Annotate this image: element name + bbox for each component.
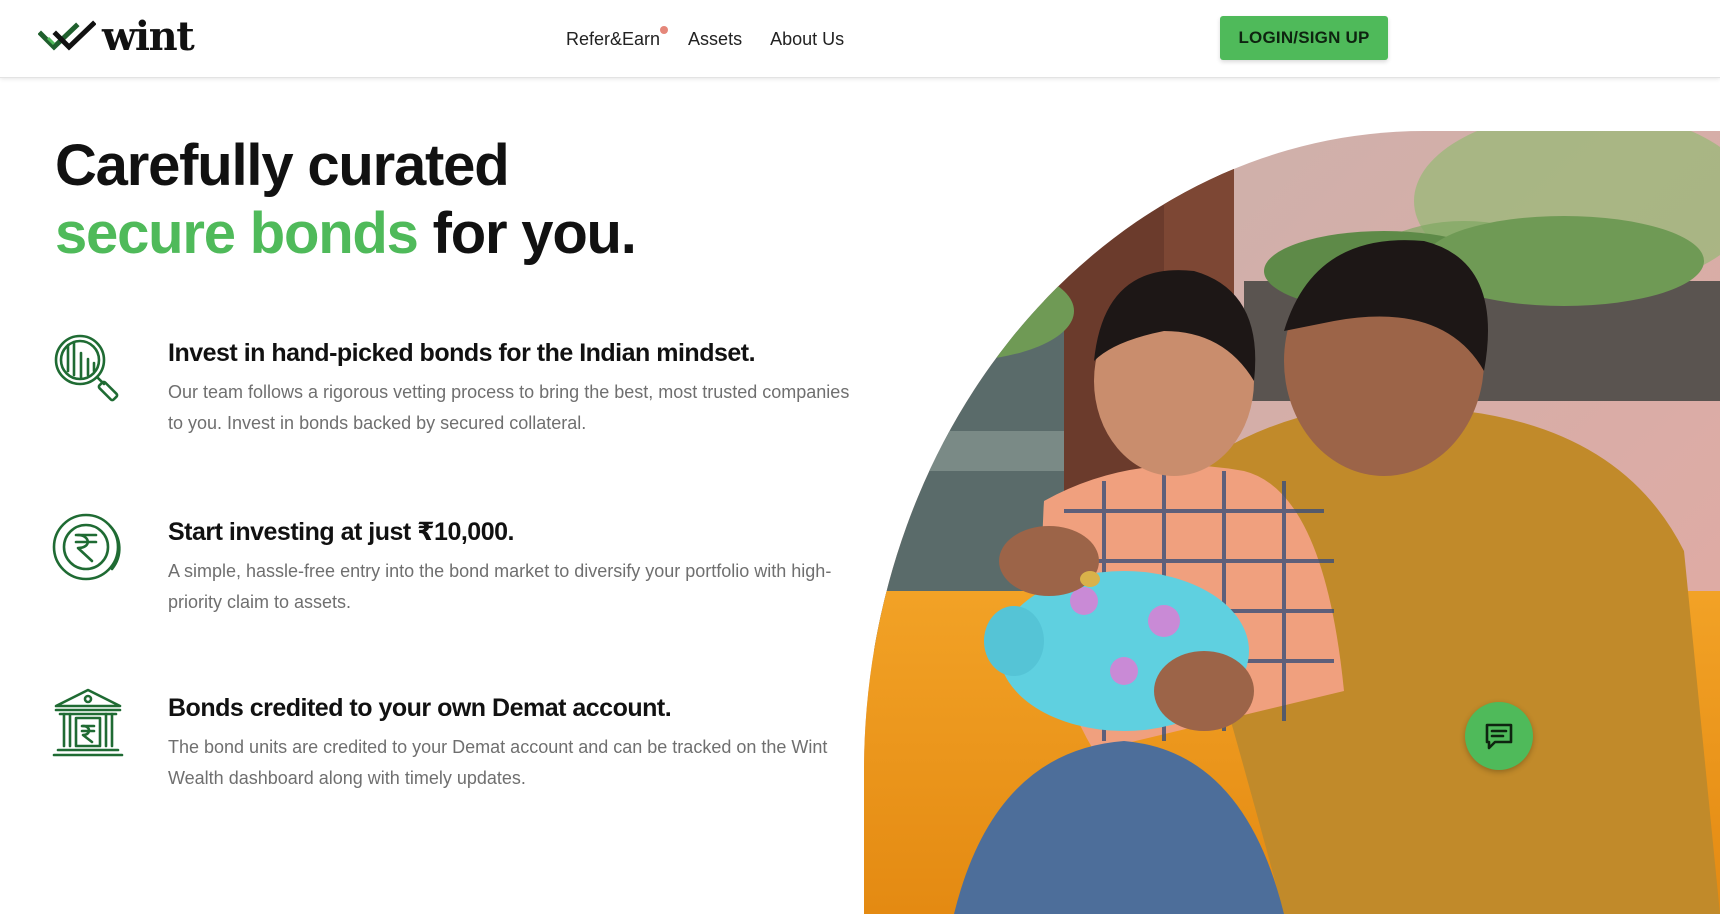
bond-research-icon [52,333,124,405]
feature-item: Start investing at just ₹10,000. A simpl… [52,512,852,632]
feature-title: Bonds credited to your own Demat account… [168,694,672,722]
feature-title: Start investing at just ₹10,000. [168,518,514,546]
chat-button[interactable] [1465,702,1533,770]
chat-bubble-icon [1485,723,1513,750]
feature-item: Bonds credited to your own Demat account… [52,688,852,808]
wint-logo[interactable]: wint [38,13,195,60]
top-navbar: wint Refer&Earn Assets About Us LOGIN/SI… [0,0,1720,78]
feature-description: Our team follows a rigorous vetting proc… [168,382,850,433]
double-check-logo-icon [38,20,96,51]
feature-description: A simple, hassle-free entry into the bon… [168,561,832,612]
father-and-son-with-piggy-bank-photo [864,131,1720,914]
feature-item: Invest in hand-picked bonds for the Indi… [52,333,852,453]
feature-title: Invest in hand-picked bonds for the Indi… [168,339,756,367]
bank-rupee-icon [52,688,124,760]
hero-title: Carefully curated secure bonds for you. [55,132,637,268]
nav-assets[interactable]: Assets [688,26,742,52]
nav-about-us[interactable]: About Us [770,26,844,52]
nav-refer-earn[interactable]: Refer&Earn [566,26,669,52]
rupee-coin-icon [52,512,124,584]
nav-refer-earn-label: Refer&Earn [566,29,661,49]
hero-title-rest: for you. [417,201,637,266]
main-nav: Refer&Earn Assets About Us [566,26,844,52]
hero-title-line1: Carefully curated [55,133,510,198]
notification-dot [660,26,669,34]
hero-title-highlight: secure bonds [55,201,419,266]
login-signup-button[interactable]: LOGIN/SIGN UP [1220,16,1388,60]
logo-wordmark: wint [102,13,195,60]
feature-description: The bond units are credited to your Dema… [168,737,828,788]
